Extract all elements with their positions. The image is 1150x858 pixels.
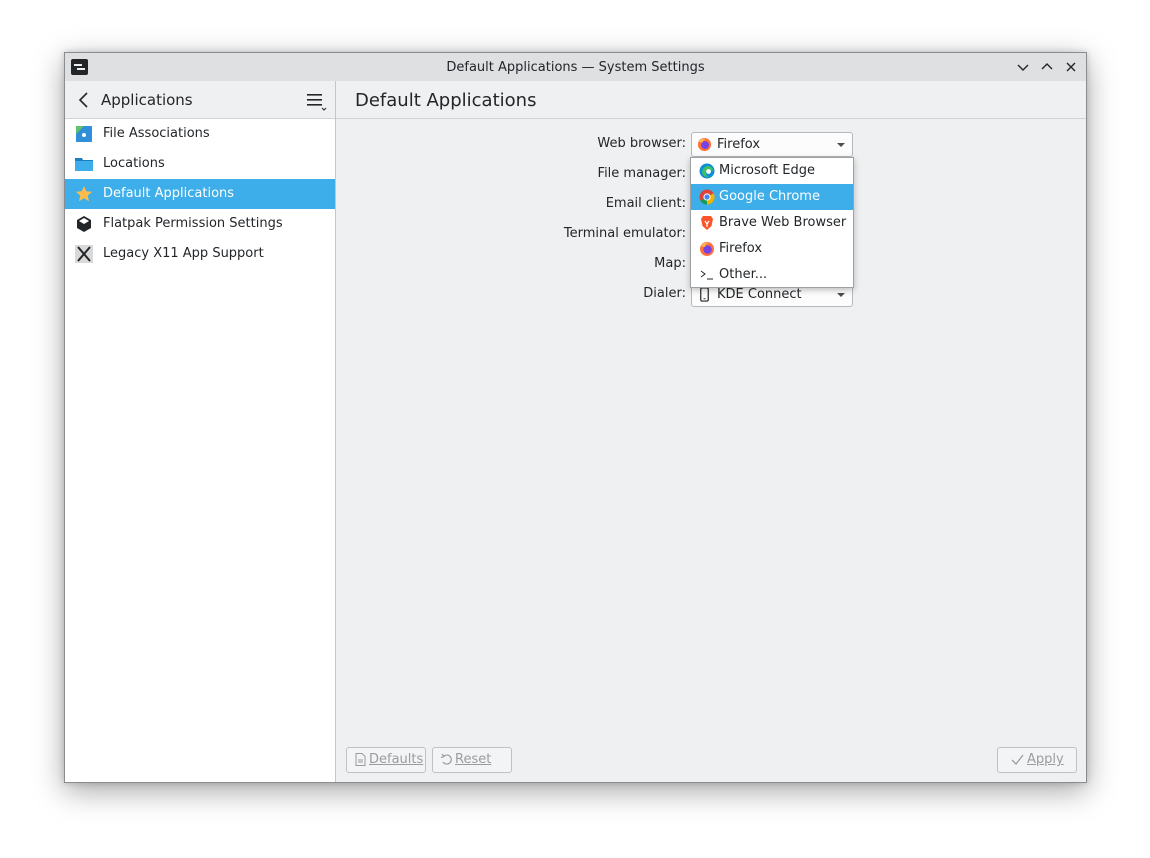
terminal-icon: [700, 270, 713, 280]
sidebar-item-label: Locations: [103, 156, 165, 171]
folder-icon: [75, 158, 93, 171]
apply-button-label: Apply: [1027, 752, 1064, 767]
hamburger-menu-icon: [307, 94, 327, 111]
sidebar-header: Applications: [65, 81, 335, 119]
close-button[interactable]: [1061, 57, 1081, 77]
sidebar-item-label: Legacy X11 App Support: [103, 246, 264, 261]
dropdown-option-label: Other...: [719, 267, 768, 282]
sidebar-item-flatpak-permission-settings[interactable]: Flatpak Permission Settings: [65, 209, 335, 239]
document-icon: [355, 753, 366, 766]
reset-button-label: Reset: [455, 752, 492, 767]
flatpak-icon: [77, 216, 91, 232]
defaults-button-label: Defaults: [369, 752, 424, 767]
star-icon: [76, 186, 92, 202]
undo-icon: [440, 753, 452, 765]
web-browser-dropdown-list: Microsoft Edge Google Chrome Brave Web B…: [690, 157, 854, 288]
sidebar-item-label: Flatpak Permission Settings: [103, 216, 283, 231]
dropdown-option-microsoft-edge[interactable]: Microsoft Edge: [691, 158, 853, 184]
x11-icon: [75, 245, 93, 263]
web-browser-combobox[interactable]: Firefox: [691, 132, 853, 157]
dropdown-option-label: Firefox: [719, 241, 763, 256]
terminal-emulator-label: Terminal emulator:: [563, 226, 686, 241]
dropdown-option-other[interactable]: Other...: [691, 262, 853, 288]
chevron-left-icon: [78, 92, 88, 108]
firefox-icon: [697, 137, 712, 152]
dropdown-arrow-icon: [837, 293, 845, 297]
page-title: Default Applications: [355, 90, 537, 111]
sidebar-item-default-applications[interactable]: Default Applications: [65, 179, 335, 209]
file-associations-icon: [76, 126, 92, 142]
sidebar-item-locations[interactable]: Locations: [65, 149, 335, 179]
chevron-up-icon: [1041, 63, 1053, 70]
dropdown-option-google-chrome[interactable]: Google Chrome: [691, 184, 853, 210]
brave-icon: [701, 216, 713, 230]
dropdown-option-brave-web-browser[interactable]: Brave Web Browser: [691, 210, 853, 236]
sidebar-item-label: Default Applications: [103, 186, 235, 201]
map-label: Map:: [654, 256, 686, 271]
edge-icon: [699, 163, 715, 179]
dropdown-option-firefox[interactable]: Firefox: [691, 236, 853, 262]
sidebar: Applications File Associations Locations…: [65, 81, 335, 782]
sidebar-title: Applications: [101, 91, 193, 109]
sidebar-item-file-associations[interactable]: File Associations: [65, 119, 335, 149]
dropdown-option-label: Google Chrome: [719, 189, 820, 204]
sidebar-item-label: File Associations: [103, 126, 210, 141]
chrome-icon: [699, 189, 715, 205]
page-header: Default Applications: [336, 81, 1086, 119]
chevron-down-icon: [1017, 64, 1029, 71]
back-button[interactable]: [75, 90, 93, 110]
dropdown-option-label: Brave Web Browser: [719, 215, 847, 230]
dropdown-arrow-icon: [837, 143, 845, 147]
hamburger-menu-button[interactable]: [305, 91, 327, 111]
dialer-label: Dialer:: [643, 286, 686, 301]
system-settings-window: Default Applications — System Settings A…: [64, 52, 1087, 783]
sidebar-item-legacy-x11-app-support[interactable]: Legacy X11 App Support: [65, 239, 335, 269]
web-browser-label: Web browser:: [597, 136, 686, 151]
reset-button[interactable]: Reset: [432, 747, 512, 773]
apply-button[interactable]: Apply: [997, 747, 1077, 773]
defaults-button[interactable]: Defaults: [346, 747, 426, 773]
checkmark-icon: [1011, 754, 1024, 765]
email-client-label: Email client:: [605, 196, 686, 211]
window-title: Default Applications — System Settings: [446, 60, 705, 75]
phone-icon: [700, 287, 709, 302]
maximize-button[interactable]: [1037, 57, 1057, 77]
title-bar[interactable]: Default Applications — System Settings: [65, 53, 1086, 81]
minimize-button[interactable]: [1013, 57, 1033, 77]
file-manager-label: File manager:: [597, 166, 686, 181]
close-icon: [1066, 62, 1076, 72]
web-browser-value: Firefox: [717, 137, 761, 152]
dropdown-option-label: Microsoft Edge: [719, 163, 816, 178]
firefox-icon: [700, 242, 714, 256]
